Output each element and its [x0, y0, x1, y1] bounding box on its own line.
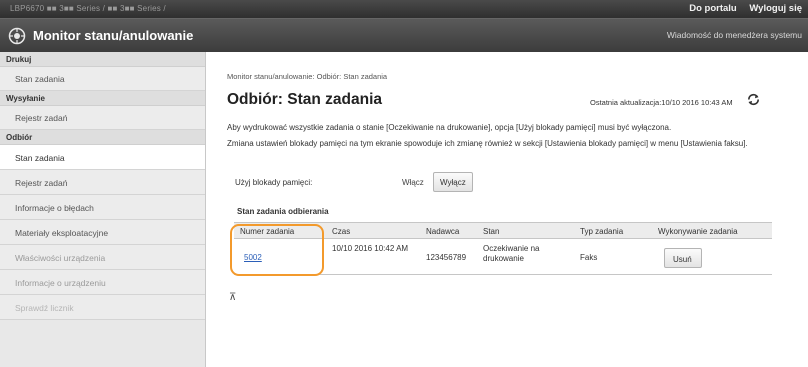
to-top-icon[interactable]: ⊼	[229, 292, 236, 303]
memory-lock-off-button[interactable]: Wyłącz	[433, 172, 473, 192]
job-time: 10/10 2016 10:42 AM	[332, 244, 409, 253]
portal-link[interactable]: Do portalu	[689, 3, 737, 14]
main-content: Monitor stanu/anulowanie: Odbiór: Stan z…	[207, 52, 808, 367]
memory-lock-notice: Aby wydrukować wszystkie zadania o stani…	[227, 123, 672, 132]
sidebar-item-error-info[interactable]: Informacje o błędach	[0, 195, 205, 220]
sidebar-item-print-job-status[interactable]: Stan zadania	[0, 67, 205, 91]
message-to-admin-link[interactable]: Wiadomość do menedżera systemu	[667, 30, 802, 40]
sidebar-item-receive-job-status[interactable]: Stan zadania	[0, 145, 205, 170]
sidebar-group-print: Drukuj	[0, 52, 205, 67]
device-name: LBP6670 ■■ 3■■ Series / ■■ 3■■ Series /	[10, 4, 166, 13]
top-links: Do portalu Wyloguj się	[679, 3, 802, 14]
memory-lock-on-button[interactable]: Włącz	[396, 175, 430, 190]
page-title: Odbiór: Stan zadania	[227, 91, 383, 108]
job-type: Faks	[580, 253, 598, 262]
sidebar-item-device-features[interactable]: Właściwości urządzenia	[0, 245, 205, 270]
column-header-sender: Nadawca	[426, 227, 460, 236]
app-title: Monitor stanu/anulowanie	[33, 28, 194, 43]
job-status: Oczekiwanie na drukowanie	[483, 244, 540, 263]
column-header-status: Stan	[483, 227, 500, 236]
column-header-job-type: Typ zadania	[580, 227, 624, 236]
job-sender: 123456789	[426, 253, 467, 262]
logout-link[interactable]: Wyloguj się	[749, 3, 802, 14]
last-update-text: Ostatnia aktualizacja:10/10 2016 10:43 A…	[590, 98, 733, 107]
sidebar-item-consumables[interactable]: Materiały eksploatacyjne	[0, 220, 205, 245]
sidebar-item-device-info[interactable]: Informacje o urządzeniu	[0, 270, 205, 295]
monitor-logo-icon	[8, 27, 26, 45]
refresh-icon[interactable]	[746, 92, 761, 107]
job-number-highlight	[230, 224, 324, 276]
sidebar: Drukuj Stan zadania Wysyłanie Rejestr za…	[0, 52, 206, 367]
sidebar-group-send: Wysyłanie	[0, 91, 205, 106]
column-header-job-action: Wykonywanie zadania	[658, 227, 738, 236]
sidebar-item-receive-job-log[interactable]: Rejestr zadań	[0, 170, 205, 195]
memory-lock-settings-notice: Zmiana ustawień blokady pamięci na tym e…	[227, 139, 748, 148]
sidebar-item-check-counter[interactable]: Sprawdź licznik	[0, 295, 205, 320]
delete-job-button[interactable]: Usuń	[664, 248, 702, 268]
top-bar: LBP6670 ■■ 3■■ Series / ■■ 3■■ Series / …	[0, 0, 808, 18]
receive-job-status-heading: Stan zadania odbierania	[237, 207, 329, 216]
sidebar-item-send-job-log[interactable]: Rejestr zadań	[0, 106, 205, 130]
memory-lock-label: Użyj blokady pamięci:	[235, 178, 313, 187]
sidebar-group-receive: Odbiór	[0, 130, 205, 145]
page-header: Monitor stanu/anulowanie Wiadomość do me…	[0, 18, 808, 52]
column-header-time: Czas	[332, 227, 351, 236]
breadcrumb: Monitor stanu/anulowanie: Odbiór: Stan z…	[227, 72, 388, 81]
